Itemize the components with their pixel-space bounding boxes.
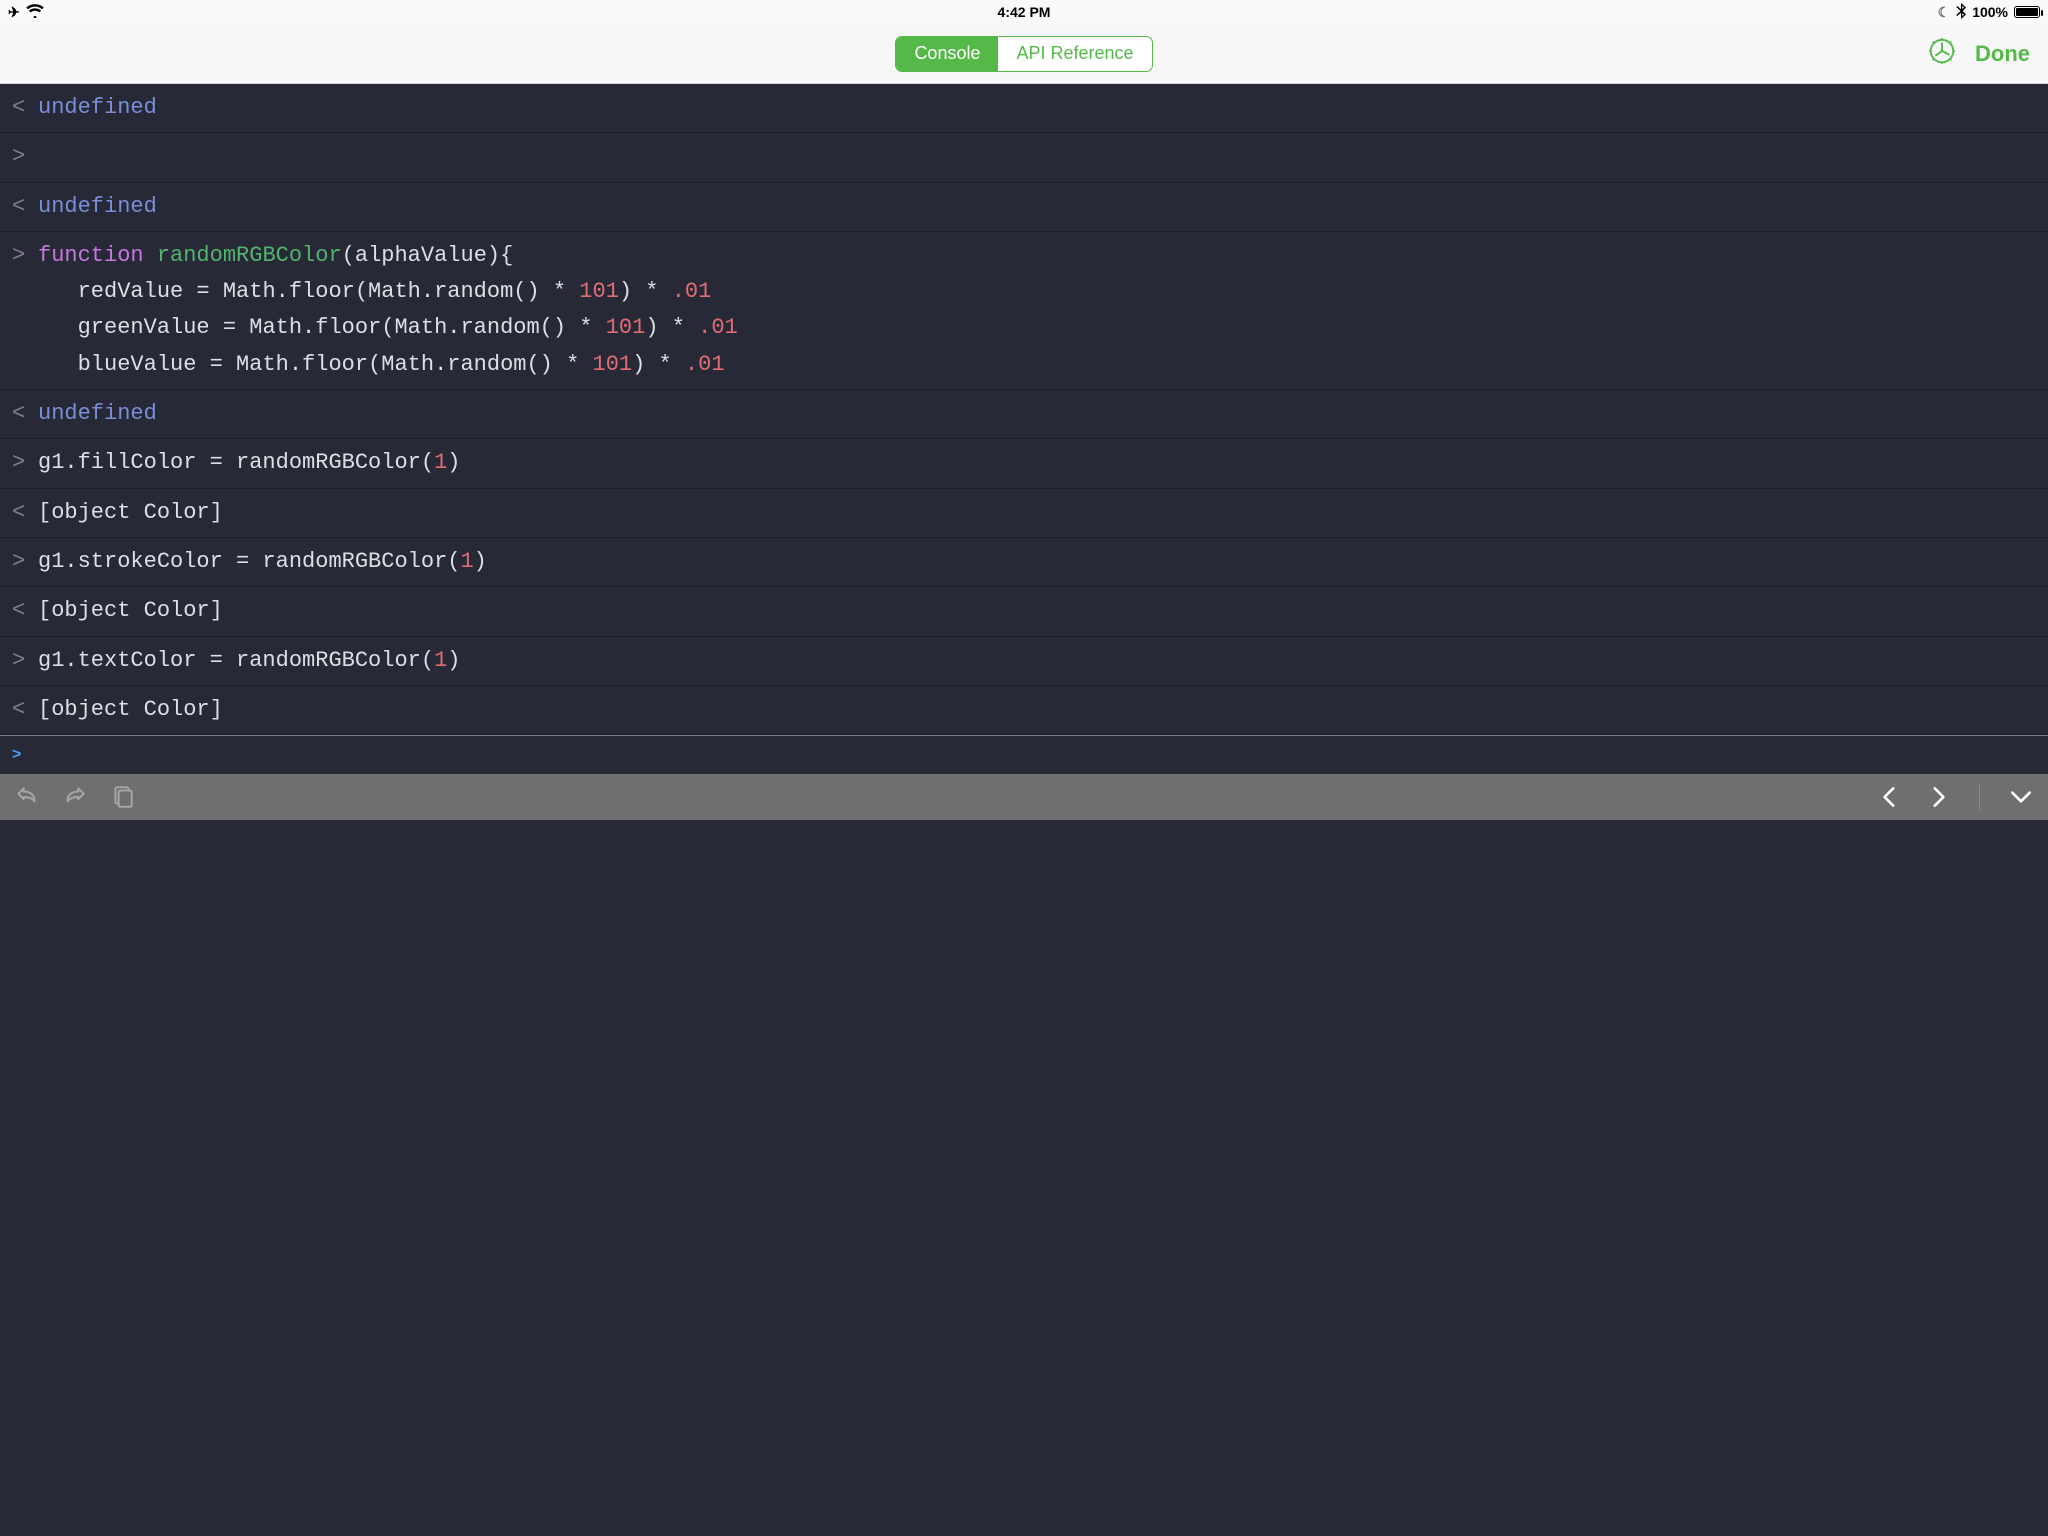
console-output-line: <[object Color] [0,587,2048,636]
console-input-line: > [0,133,2048,182]
console-input-line: >function randomRGBColor(alphaValue){ re… [0,232,2048,390]
console-output-line: <undefined [0,84,2048,133]
battery-percent: 100% [1972,4,2008,20]
console-output-line: <undefined [0,390,2048,439]
status-bar: ✈ 4:42 PM ☾ 100% [0,0,2048,24]
prompt-arrow: > [12,746,38,764]
mode-segmented: Console API Reference [895,36,1152,72]
console-input-line: >g1.strokeColor = randomRGBColor(1) [0,538,2048,587]
redo-button[interactable] [62,784,88,810]
history-next-button[interactable] [1925,784,1951,810]
keyboard-accessory [0,774,2048,820]
airplane-icon: ✈ [8,4,20,21]
done-button[interactable]: Done [1975,41,2030,67]
console-output-line: <[object Color] [0,686,2048,735]
moon-icon: ☾ [1938,4,1951,21]
copy-button[interactable] [110,784,136,810]
wifi-icon [26,4,44,21]
console-input-line: >g1.textColor = randomRGBColor(1) [0,637,2048,686]
console-input-line: >g1.fillColor = randomRGBColor(1) [0,439,2048,488]
console-input-row: > [0,735,2048,774]
console-output-line: <[object Color] [0,489,2048,538]
tab-console[interactable]: Console [896,37,998,71]
gear-icon[interactable] [1927,36,1957,71]
clock: 4:42 PM [998,4,1051,20]
console-output-line: <undefined [0,183,2048,232]
separator [1979,783,1980,811]
tab-api-reference[interactable]: API Reference [998,37,1151,71]
bluetooth-icon [1956,3,1966,22]
console[interactable]: <undefined><undefined>function randomRGB… [0,84,2048,735]
dismiss-keyboard-button[interactable] [2008,784,2034,810]
history-prev-button[interactable] [1877,784,1903,810]
battery-icon [2014,6,2040,18]
undo-button[interactable] [14,784,40,810]
toolbar: Console API Reference Done [0,24,2048,84]
console-input[interactable] [38,746,2036,764]
